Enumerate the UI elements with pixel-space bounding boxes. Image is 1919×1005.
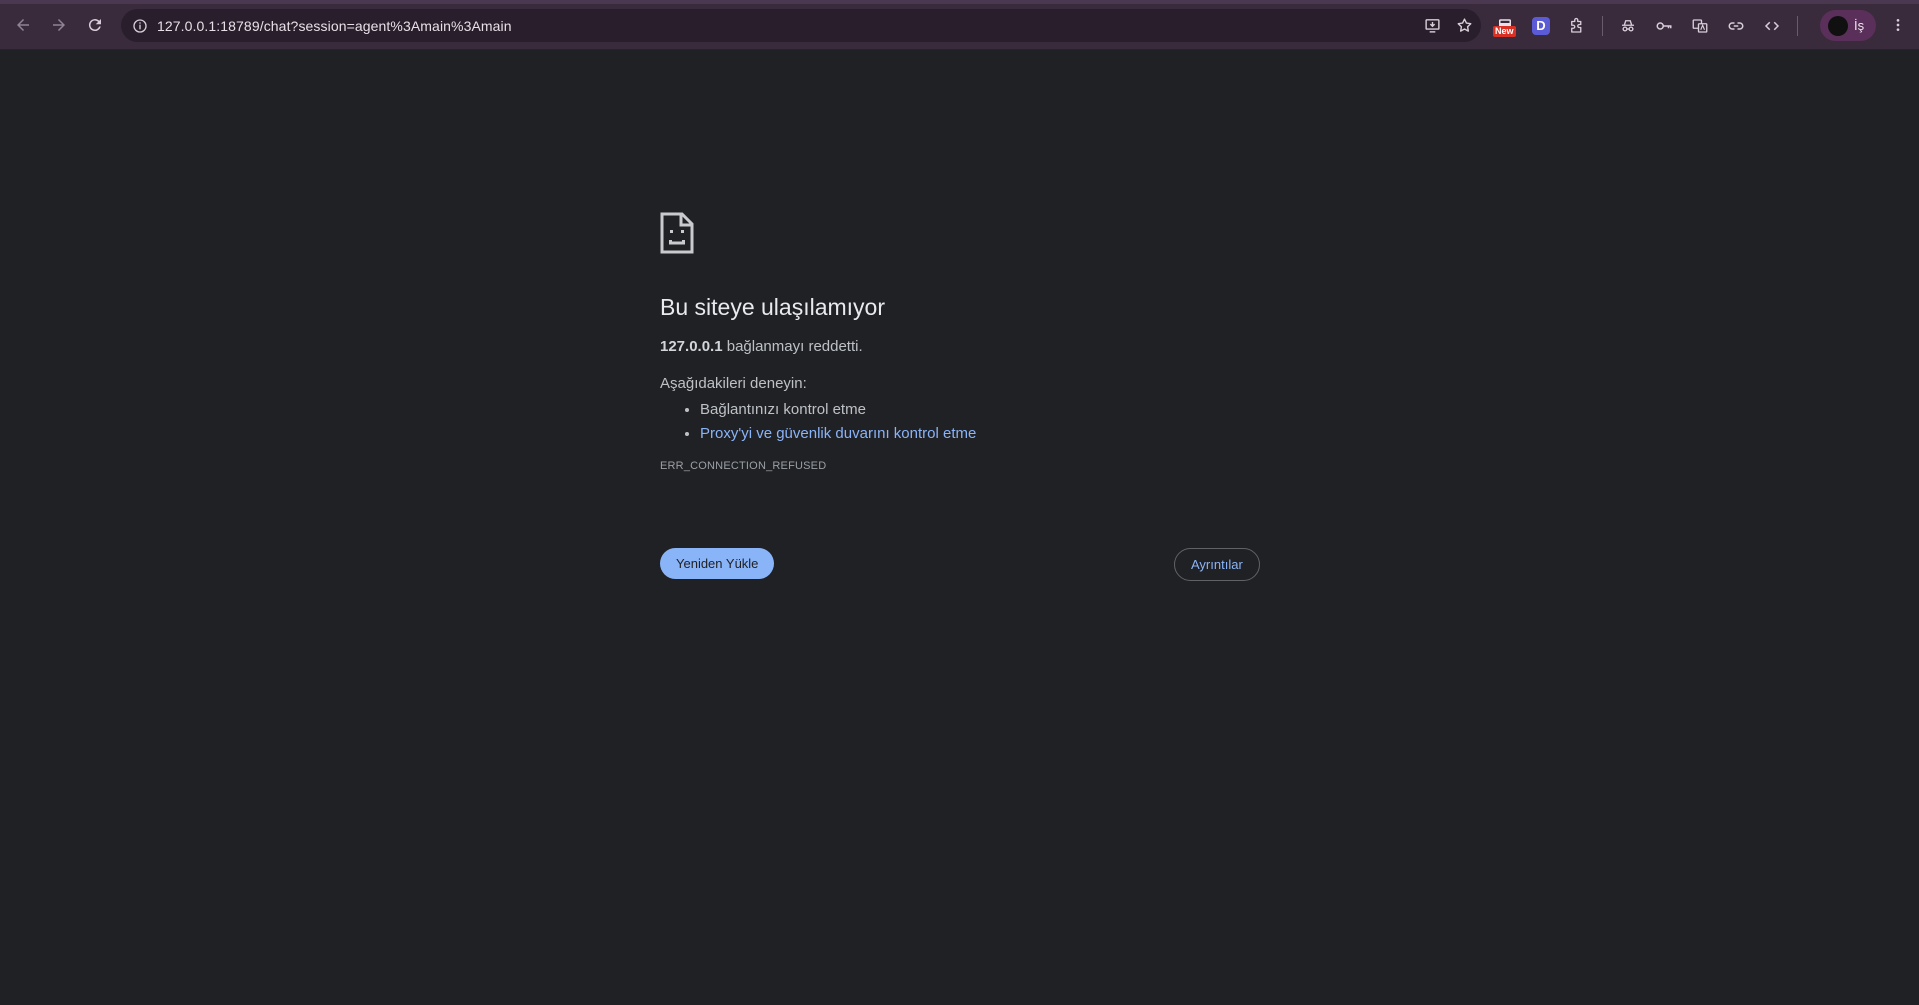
bookmark-star-icon: [1457, 18, 1471, 32]
details-button[interactable]: Ayrıntılar: [1174, 548, 1260, 581]
forward-icon: [53, 19, 65, 31]
address-bar-actions: [1419, 9, 1477, 42]
error-description-text: bağlanmayı reddetti.: [722, 338, 863, 355]
extension-news[interactable]: New: [1490, 11, 1520, 41]
incognito-icon: [1622, 19, 1634, 32]
translate-icon: [1692, 18, 1708, 33]
toolbar-separator: [1602, 15, 1603, 36]
address-bar[interactable]: 127.0.0.1:18789/chat?session=agent%3Amai…: [121, 9, 1481, 42]
incognito-button[interactable]: [1613, 11, 1643, 41]
extensions-button[interactable]: [1562, 11, 1592, 41]
devtools-button[interactable]: [1757, 11, 1787, 41]
suggestion-text: Bağlantınızı kontrol etme: [700, 401, 866, 418]
suggestions-list: Bağlantınızı kontrol etme Proxy'yi ve gü…: [660, 398, 1260, 446]
avatar: [1828, 15, 1848, 36]
proxy-firewall-link[interactable]: Proxy'yi ve güvenlik duvarını kontrol et…: [700, 425, 976, 442]
extension-d[interactable]: D: [1526, 11, 1556, 41]
sad-document-icon: [660, 212, 694, 254]
reload-icon: [88, 19, 101, 32]
site-info-icon: [133, 18, 147, 33]
error-content: Bu siteye ulaşılamıyor 127.0.0.1 bağlanm…: [660, 212, 1260, 472]
forward-button[interactable]: [45, 11, 73, 39]
link-icon: [1728, 21, 1744, 30]
url-text[interactable]: 127.0.0.1:18789/chat?session=agent%3Amai…: [157, 18, 512, 34]
suggestions-heading: Aşağıdakileri deneyin:: [660, 375, 807, 392]
bookmark-button[interactable]: [1451, 13, 1477, 39]
code-icon: [1764, 21, 1780, 30]
error-description: 127.0.0.1 bağlanmayı reddetti.: [660, 338, 1260, 355]
reload-page-button[interactable]: Yeniden Yükle: [660, 548, 775, 579]
back-button[interactable]: [9, 11, 37, 39]
extensions-puzzle-icon: [1571, 17, 1582, 33]
suggestion-item: Bağlantınızı kontrol etme: [700, 398, 1260, 422]
copy-link-button[interactable]: [1721, 11, 1751, 41]
menu-kebab-icon: [1896, 19, 1900, 31]
back-icon: [17, 19, 29, 31]
reload-button[interactable]: [81, 11, 109, 39]
translate-button[interactable]: [1685, 11, 1715, 41]
extension-d-icon: D: [1532, 16, 1550, 35]
error-code: ERR_CONNECTION_REFUSED: [660, 460, 827, 472]
install-app-icon: [1424, 19, 1440, 33]
profile-label: İş: [1854, 18, 1865, 33]
toolbar-separator: [1797, 15, 1798, 36]
suggestion-item: Proxy'yi ve güvenlik duvarını kontrol et…: [700, 422, 1260, 446]
page-title: Bu siteye ulaşılamıyor: [660, 294, 885, 320]
tab-strip-edge: [0, 0, 1919, 4]
extensions-area: New D: [1490, 9, 1802, 42]
install-app-button[interactable]: [1419, 13, 1445, 39]
password-key-icon: [1656, 21, 1672, 30]
profile-chip[interactable]: İş: [1820, 10, 1876, 41]
password-manager-button[interactable]: [1649, 11, 1679, 41]
browser-menu-button[interactable]: [1886, 11, 1910, 39]
site-info-button[interactable]: [123, 9, 157, 42]
new-badge: New: [1493, 25, 1516, 37]
error-host: 127.0.0.1: [660, 338, 723, 355]
browser-toolbar: 127.0.0.1:18789/chat?session=agent%3Amai…: [0, 0, 1919, 50]
